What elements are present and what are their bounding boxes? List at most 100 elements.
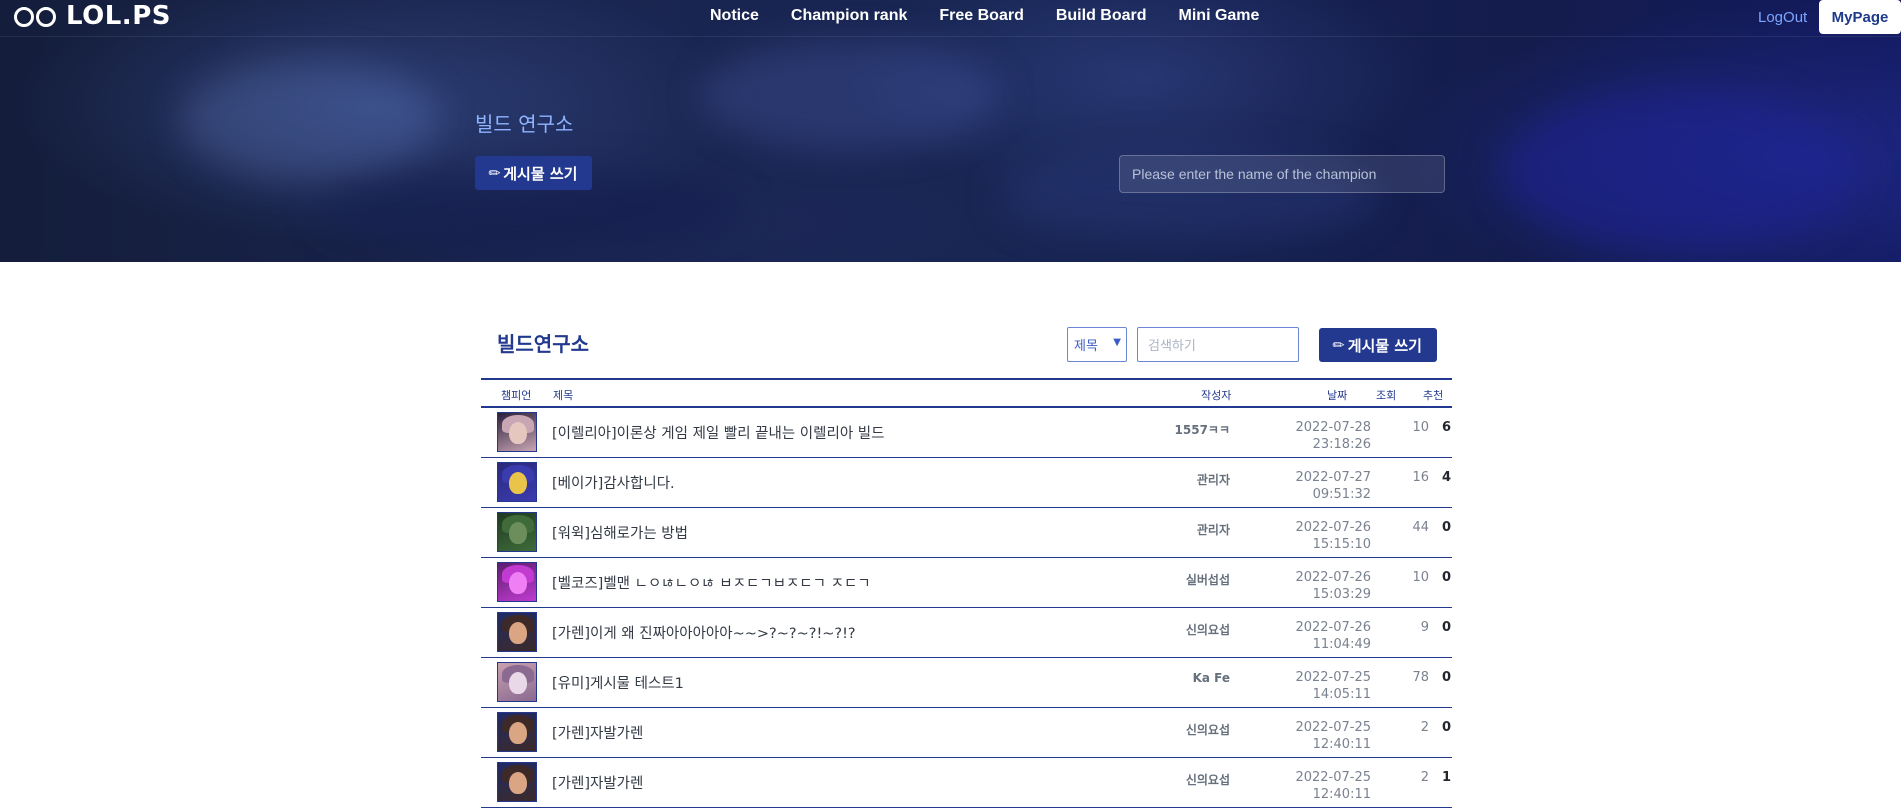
post-date-day: 2022-07-26: [1295, 520, 1371, 535]
post-date-time: 15:15:10: [1312, 537, 1371, 552]
hero-write-label: 게시물 쓰기: [503, 164, 578, 183]
champion-face: [509, 772, 527, 794]
post-views: 10: [1412, 420, 1429, 435]
table-row[interactable]: [가렌]자발가렌 신의요섭 2022-07-25 12:40:11 2 0: [481, 708, 1452, 758]
post-date: 2022-07-25 14:05:11: [1271, 669, 1371, 703]
nav-free-board[interactable]: Free Board: [939, 7, 1023, 25]
champion-avatar: [497, 612, 537, 652]
champion-avatar: [497, 412, 537, 452]
post-author: 1557ㅋㅋ: [1174, 423, 1230, 437]
post-views: 9: [1420, 620, 1429, 635]
post-title[interactable]: [가렌]이게 왜 진짜아아아아아~~>?~?~?!~?!?: [552, 622, 856, 643]
table-row[interactable]: [가렌]이게 왜 진짜아아아아아~~>?~?~?!~?!? 신의요섭 2022-07…: [481, 608, 1452, 658]
logo-text: LOL.PS: [66, 1, 171, 31]
post-author: 신의요섭: [1185, 623, 1230, 637]
nav-build-board[interactable]: Build Board: [1056, 7, 1147, 25]
board-write-button[interactable]: ✎ 게시물 쓰기: [1319, 328, 1437, 362]
post-date-time: 12:40:11: [1312, 737, 1371, 752]
post-date: 2022-07-25 12:40:11: [1271, 769, 1371, 803]
champion-avatar: [497, 662, 537, 702]
post-date-day: 2022-07-25: [1295, 720, 1371, 735]
post-views: 16: [1412, 470, 1429, 485]
table-row[interactable]: [이렐리아]이론상 게임 제일 빨리 끝내는 이렐리아 빌드 1557ㅋㅋ 2022…: [481, 408, 1452, 458]
post-date: 2022-07-28 23:18:26: [1271, 419, 1371, 453]
post-date-day: 2022-07-28: [1295, 420, 1371, 435]
search-filter-select[interactable]: 제목 ▼: [1067, 327, 1127, 362]
post-recommends: 0: [1441, 720, 1451, 735]
table-row[interactable]: [유미]게시물 테스트1 Ka Fe 2022-07-25 14:05:11 78 0: [481, 658, 1452, 708]
post-date-time: 12:40:11: [1312, 787, 1371, 802]
pencil-icon: ✎: [484, 163, 505, 184]
post-views: 44: [1412, 520, 1429, 535]
post-views: 78: [1412, 670, 1429, 685]
post-recommends: 0: [1441, 620, 1451, 635]
post-author: 실버섭섭: [1185, 573, 1230, 587]
post-title[interactable]: [워윅]심해로가는 방법: [552, 522, 688, 543]
site-logo[interactable]: LOL.PS: [14, 1, 171, 31]
post-author: 관리자: [1196, 473, 1230, 487]
col-champion: 챔피언: [501, 389, 532, 402]
post-date: 2022-07-27 09:51:32: [1271, 469, 1371, 503]
champion-avatar: [497, 512, 537, 552]
post-date-day: 2022-07-26: [1295, 620, 1371, 635]
post-title[interactable]: [가렌]자발가렌: [552, 772, 643, 793]
post-author: 신의요섭: [1185, 723, 1230, 737]
post-date: 2022-07-26 15:15:10: [1271, 519, 1371, 553]
pencil-icon: ✎: [1329, 335, 1349, 356]
main-nav: Notice Champion rank Free Board Build Bo…: [710, 7, 1259, 25]
nav-champion-rank[interactable]: Champion rank: [791, 7, 907, 25]
board-search-input[interactable]: 검색하기: [1137, 327, 1299, 362]
post-recommends: 0: [1441, 520, 1451, 535]
nav-notice[interactable]: Notice: [710, 7, 759, 25]
col-views: 조회: [1376, 389, 1397, 402]
post-title[interactable]: [베이가]감사합니다.: [552, 472, 675, 493]
champion-search-input[interactable]: Please enter the name of the champion: [1119, 155, 1445, 193]
post-title[interactable]: [벨코즈]벨맨 ㄴㅇㄶㄴㅇㄶ ㅂㅈㄷㄱㅂㅈㄷㄱ ㅈㄷㄱ: [552, 572, 871, 593]
post-date-time: 11:04:49: [1312, 637, 1371, 652]
post-recommends: 0: [1441, 570, 1451, 585]
champion-face: [509, 572, 527, 594]
post-date-day: 2022-07-27: [1295, 470, 1371, 485]
board-title: 빌드연구소: [497, 332, 589, 356]
champion-avatar: [497, 562, 537, 602]
hero-write-button[interactable]: ✎ 게시물 쓰기: [475, 156, 592, 190]
champion-avatar: [497, 712, 537, 752]
col-title: 제목: [553, 389, 574, 402]
post-date-time: 09:51:32: [1312, 487, 1371, 502]
post-recommends: 4: [1441, 470, 1451, 485]
logout-link[interactable]: LogOut: [1758, 9, 1807, 26]
table-row[interactable]: [가렌]자발가렌 신의요섭 2022-07-25 12:40:11 2 1: [481, 758, 1452, 808]
col-author: 작성자: [1201, 389, 1232, 402]
post-author: 신의요섭: [1185, 773, 1230, 787]
col-recommends: 추천: [1423, 389, 1444, 402]
post-views: 2: [1420, 720, 1429, 735]
post-title[interactable]: [가렌]자발가렌: [552, 722, 643, 743]
chevron-down-icon: ▼: [1113, 337, 1121, 348]
top-navbar: LOL.PS Notice Champion rank Free Board B…: [0, 0, 1901, 37]
champion-avatar: [497, 462, 537, 502]
champion-face: [509, 722, 527, 744]
post-date: 2022-07-26 15:03:29: [1271, 569, 1371, 603]
post-recommends: 1: [1441, 770, 1451, 785]
post-recommends: 0: [1441, 670, 1451, 685]
post-views: 2: [1420, 770, 1429, 785]
post-date-time: 14:05:11: [1312, 687, 1371, 702]
champion-face: [509, 672, 527, 694]
table-row[interactable]: [베이가]감사합니다. 관리자 2022-07-27 09:51:32 16 4: [481, 458, 1452, 508]
hero-banner: LOL.PS Notice Champion rank Free Board B…: [0, 0, 1901, 262]
post-views: 10: [1412, 570, 1429, 585]
post-date: 2022-07-25 12:40:11: [1271, 719, 1371, 753]
post-date-time: 15:03:29: [1312, 587, 1371, 602]
mypage-button[interactable]: MyPage: [1819, 0, 1901, 34]
table-header: 챔피언 제목 작성자 날짜 조회 추천: [481, 378, 1452, 408]
nav-mini-game[interactable]: Mini Game: [1179, 7, 1260, 25]
post-title[interactable]: [이렐리아]이론상 게임 제일 빨리 끝내는 이렐리아 빌드: [552, 422, 884, 443]
post-author: 관리자: [1196, 523, 1230, 537]
col-date: 날짜: [1327, 389, 1348, 402]
champion-face: [509, 422, 527, 444]
post-recommends: 6: [1441, 420, 1451, 435]
table-row[interactable]: [벨코즈]벨맨 ㄴㅇㄶㄴㅇㄶ ㅂㅈㄷㄱㅂㅈㄷㄱ ㅈㄷㄱ 실버섭섭 2022-07-2…: [481, 558, 1452, 608]
post-title[interactable]: [유미]게시물 테스트1: [552, 672, 684, 693]
champion-avatar: [497, 762, 537, 802]
table-row[interactable]: [워윅]심해로가는 방법 관리자 2022-07-26 15:15:10 44 0: [481, 508, 1452, 558]
